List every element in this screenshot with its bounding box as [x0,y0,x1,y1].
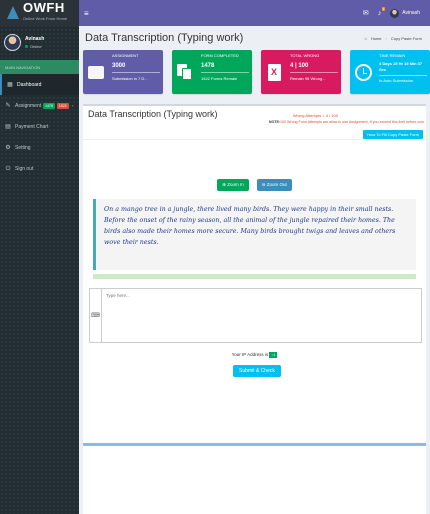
page-title: Data Transcription (Typing work) [85,32,244,44]
info-boxes: ASSIGNMENT 3000 Submission in 7 D... FOR… [79,50,430,94]
note-label: NOTE: [268,120,281,124]
info-box-desc: 1522 Forms Remain [201,76,238,81]
logo-icon [6,6,20,20]
info-box-label: TOTAL WRONG [290,53,320,58]
online-dot-icon [25,44,28,48]
keyboard-icon: ⌨ [90,289,102,342]
info-box-assignment: ASSIGNMENT 3000 Submission in 7 D... [83,50,163,94]
user-menu-name: Avinash [402,10,420,16]
copy-icon [177,64,193,80]
sidebar-item-dashboard[interactable]: ▦ Dashboard [0,74,79,95]
power-icon: ⏻ [5,165,11,172]
content-area: Data Transcription (Typing work) ⌂ Home … [79,26,430,514]
menu-toggle-icon[interactable]: ≡ [84,9,89,18]
info-box-desc: Remain 96 Wrong... [290,76,326,81]
gear-icon: ⚙ [5,144,11,151]
sidebar-item-assignment[interactable]: ✎ Assignment 1478 1522 ‹ [0,95,79,116]
sidebar-item-setting[interactable]: ⚙ Setting [0,137,79,158]
ip-badge: ::1 [269,352,278,358]
note-body: 100 Wrong Form Attempts are allow in one… [280,120,424,124]
panel-title: Data Transcription (Typing work) [88,109,218,119]
transcription-panel: Data Transcription (Typing work) Wrong A… [83,104,426,514]
info-box-label: FORM COMPLETED [201,53,239,58]
sidebar: OWFH Online Work From Home Avinash Onlin… [0,0,79,514]
breadcrumb: ⌂ Home › Copy Paste Form [364,35,422,41]
info-box-form-completed: FORM COMPLETED 1478 1522 Forms Remain [172,50,252,94]
howto-button[interactable]: How To Fill Copy Paste Form [363,130,423,139]
info-box-value: 4 | 100 [290,63,309,69]
info-box-time-remain: TIME REMAIN 4 Days 15 Hr 19 Min 37 Sec I… [350,50,430,94]
breadcrumb-current: Copy Paste Form [390,35,422,41]
user-menu[interactable]: Avinash [390,8,420,18]
sidebar-item-payment-chart[interactable]: ▤ Payment Chart [0,116,79,137]
brand-logo[interactable]: OWFH Online Work From Home [0,0,79,26]
brand-tagline: Online Work From Home [23,16,68,21]
sidebar-item-label: Sign out [15,165,34,172]
source-passage: On a mango tree in a jungle, there lived… [93,199,416,270]
info-box-label: ASSIGNMENT [112,53,139,58]
bell-icon[interactable]: ♪ 1 [378,6,386,17]
user-panel: Avinash Online [0,26,79,58]
sidebar-item-label: Assignment [15,102,42,109]
info-box-label: TIME REMAIN [379,53,406,58]
breadcrumb-home[interactable]: Home [371,36,382,41]
info-box-total-wrong: X TOTAL WRONG 4 | 100 Remain 96 Wrong... [261,50,341,94]
note-text: NOTE:100 Wrong Form Attempts are allow i… [269,120,424,124]
chevron-left-icon: ‹ [71,103,74,108]
ip-label: Your IP Address is [231,352,269,357]
typing-area: ⌨ [89,288,422,343]
sidebar-item-label: Dashboard [17,81,42,88]
typing-input[interactable] [102,289,421,342]
info-box-value: 3000 [112,63,126,69]
sidebar-item-sign-out[interactable]: ⏻ Sign out [0,158,79,179]
clock-icon [354,63,372,81]
notification-badge: 1 [381,6,386,11]
home-icon: ⌂ [364,35,367,41]
top-navbar: ≡ ✉ ♪ 1 Avinash [79,0,430,26]
info-box-value: 1478 [201,63,215,69]
nav-section-label: MAIN NAVIGATION [0,60,79,74]
info-box-desc: In Auto Submission [379,78,414,83]
sidebar-item-label: Setting [15,144,31,151]
avatar [4,33,21,51]
ip-address-row: Your IP Address is ::1 [83,352,426,358]
search-minus-icon: ⊖ [261,182,266,187]
user-name: Avinash [25,35,45,42]
passage-text: On a mango tree in a jungle, there lived… [104,206,396,246]
x-file-icon: X [267,63,281,81]
divider [83,445,426,446]
user-status-label: Online [30,43,42,49]
zoom-out-button[interactable]: ⊖ Zoom Out [256,179,292,191]
status-badge: 1478 [43,102,55,109]
sidebar-item-label: Payment Chart [15,123,49,130]
zoom-out-label: Zoom Out [266,182,287,187]
user-status: Online [25,44,44,49]
avatar [390,8,400,18]
wrong-attempts-text: Wrong Attempts = 4 / 100 [292,113,338,118]
info-box-value: 4 Days 15 Hr 19 Min 37 Sec [379,61,423,72]
folder-icon [88,65,104,79]
passage-footer [93,274,416,279]
status-badge: 1522 [56,102,69,109]
messages-icon[interactable]: ✉ [363,9,369,17]
zoom-in-button[interactable]: ⊕ Zoom In [217,179,249,191]
table-icon: ▤ [5,123,11,130]
submit-check-button[interactable]: Submit & Check [233,365,281,377]
edit-icon: ✎ [5,102,11,109]
search-plus-icon: ⊕ [222,182,226,187]
info-box-desc: Submission in 7 D... [112,76,148,81]
zoom-in-label: Zoom In [227,182,244,187]
dashboard-icon: ▦ [7,81,13,88]
